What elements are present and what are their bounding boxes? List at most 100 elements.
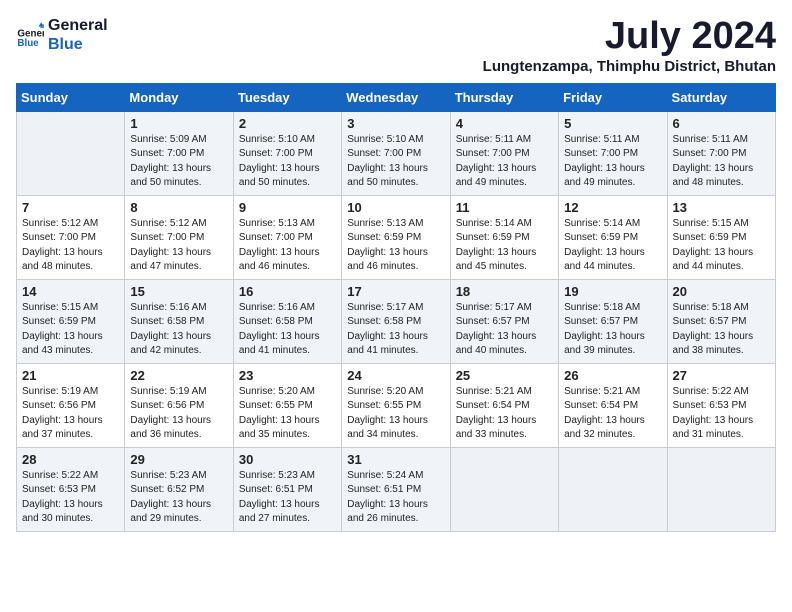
- day-number: 1: [130, 116, 227, 131]
- day-number: 11: [456, 200, 553, 215]
- calendar-day-cell: 28 Sunrise: 5:22 AMSunset: 6:53 PMDayligh…: [17, 447, 125, 531]
- day-number: 5: [564, 116, 661, 131]
- calendar-day-cell: [559, 447, 667, 531]
- calendar-day-cell: 3Sunrise: 5:10 AMSunset: 7:00 PMDaylight…: [342, 111, 450, 195]
- calendar-day-cell: 17 Sunrise: 5:17 AMSunset: 6:58 PMDayligh…: [342, 279, 450, 363]
- day-info: Sunrise: 5:19 AMSunset: 6:56 PMDaylight:…: [130, 385, 227, 443]
- calendar-day-cell: 5Sunrise: 5:11 AMSunset: 7:00 PMDaylight…: [559, 111, 667, 195]
- calendar-day-cell: [667, 447, 775, 531]
- day-info: Sunrise: 5:23 AMSunset: 6:51 PMDaylight:…: [239, 469, 336, 527]
- day-number: 26: [564, 368, 661, 383]
- day-info: Sunrise: 5:15 AMSunset: 6:59 PMDaylight:…: [22, 301, 119, 359]
- day-number: 15: [130, 284, 227, 299]
- day-info: Sunrise: 5:21 AMSunset: 6:54 PMDaylight:…: [564, 385, 661, 443]
- day-info: Sunrise: 5:14 AMSunset: 6:59 PMDaylight:…: [564, 217, 661, 275]
- calendar-day-cell: 8 Sunrise: 5:12 AMSunset: 7:00 PMDaylight…: [125, 195, 233, 279]
- calendar-day-cell: 14Sunrise: 5:15 AMSunset: 6:59 PMDayligh…: [17, 279, 125, 363]
- day-info: Sunrise: 5:14 AMSunset: 6:59 PMDaylight:…: [456, 217, 553, 275]
- day-number: 31: [347, 452, 444, 467]
- day-number: 7: [22, 200, 119, 215]
- day-info: Sunrise: 5:24 AMSunset: 6:51 PMDaylight:…: [347, 469, 444, 527]
- title-area: July 2024 Lungtenzampa, Thimphu District…: [483, 16, 776, 75]
- day-number: 27: [673, 368, 770, 383]
- logo-icon: General Blue: [16, 21, 44, 49]
- day-info: Sunrise: 5:17 AMSunset: 6:58 PMDaylight:…: [347, 301, 444, 359]
- calendar-day-cell: 30 Sunrise: 5:23 AMSunset: 6:51 PMDayligh…: [233, 447, 341, 531]
- calendar-table: SundayMondayTuesdayWednesdayThursdayFrid…: [16, 83, 776, 532]
- day-info: Sunrise: 5:16 AMSunset: 6:58 PMDaylight:…: [239, 301, 336, 359]
- day-info: Sunrise: 5:19 AMSunset: 6:56 PMDaylight:…: [22, 385, 119, 443]
- calendar-day-cell: 6 Sunrise: 5:11 AMSunset: 7:00 PMDaylight…: [667, 111, 775, 195]
- day-info: Sunrise: 5:12 AMSunset: 7:00 PMDaylight:…: [22, 217, 119, 275]
- column-header-wednesday: Wednesday: [342, 83, 450, 111]
- day-number: 13: [673, 200, 770, 215]
- day-info: Sunrise: 5:22 AMSunset: 6:53 PMDaylight:…: [673, 385, 770, 443]
- day-info: Sunrise: 5:16 AMSunset: 6:58 PMDaylight:…: [130, 301, 227, 359]
- calendar-day-cell: 1 Sunrise: 5:09 AMSunset: 7:00 PMDaylight…: [125, 111, 233, 195]
- day-number: 29: [130, 452, 227, 467]
- day-info: Sunrise: 5:13 AMSunset: 7:00 PMDaylight:…: [239, 217, 336, 275]
- day-info: Sunrise: 5:11 AMSunset: 7:00 PMDaylight:…: [456, 133, 553, 191]
- logo-general: General: [48, 16, 108, 35]
- calendar-day-cell: 22Sunrise: 5:19 AMSunset: 6:56 PMDayligh…: [125, 363, 233, 447]
- calendar-day-cell: 27 Sunrise: 5:22 AMSunset: 6:53 PMDayligh…: [667, 363, 775, 447]
- day-number: 17: [347, 284, 444, 299]
- calendar-day-cell: 20 Sunrise: 5:18 AMSunset: 6:57 PMDayligh…: [667, 279, 775, 363]
- month-title: July 2024: [483, 16, 776, 58]
- calendar-day-cell: 23Sunrise: 5:20 AMSunset: 6:55 PMDayligh…: [233, 363, 341, 447]
- logo: General Blue General Blue: [16, 16, 108, 54]
- column-header-friday: Friday: [559, 83, 667, 111]
- column-header-monday: Monday: [125, 83, 233, 111]
- calendar-day-cell: 16Sunrise: 5:16 AMSunset: 6:58 PMDayligh…: [233, 279, 341, 363]
- day-number: 2: [239, 116, 336, 131]
- day-info: Sunrise: 5:17 AMSunset: 6:57 PMDaylight:…: [456, 301, 553, 359]
- calendar-day-cell: 19Sunrise: 5:18 AMSunset: 6:57 PMDayligh…: [559, 279, 667, 363]
- page-header: General Blue General Blue July 2024 Lung…: [16, 16, 776, 75]
- svg-text:Blue: Blue: [17, 38, 39, 49]
- day-number: 9: [239, 200, 336, 215]
- column-header-tuesday: Tuesday: [233, 83, 341, 111]
- calendar-day-cell: 13 Sunrise: 5:15 AMSunset: 6:59 PMDayligh…: [667, 195, 775, 279]
- day-info: Sunrise: 5:21 AMSunset: 6:54 PMDaylight:…: [456, 385, 553, 443]
- location: Lungtenzampa, Thimphu District, Bhutan: [483, 58, 776, 75]
- calendar-day-cell: 25Sunrise: 5:21 AMSunset: 6:54 PMDayligh…: [450, 363, 558, 447]
- calendar-day-cell: 2 Sunrise: 5:10 AMSunset: 7:00 PMDaylight…: [233, 111, 341, 195]
- calendar-day-cell: 24Sunrise: 5:20 AMSunset: 6:55 PMDayligh…: [342, 363, 450, 447]
- calendar-day-cell: 9 Sunrise: 5:13 AMSunset: 7:00 PMDaylight…: [233, 195, 341, 279]
- day-number: 10: [347, 200, 444, 215]
- calendar-day-cell: 4 Sunrise: 5:11 AMSunset: 7:00 PMDaylight…: [450, 111, 558, 195]
- day-number: 6: [673, 116, 770, 131]
- column-header-sunday: Sunday: [17, 83, 125, 111]
- calendar-day-cell: 12 Sunrise: 5:14 AMSunset: 6:59 PMDayligh…: [559, 195, 667, 279]
- day-info: Sunrise: 5:10 AMSunset: 7:00 PMDaylight:…: [239, 133, 336, 191]
- column-header-thursday: Thursday: [450, 83, 558, 111]
- day-number: 28: [22, 452, 119, 467]
- day-info: Sunrise: 5:11 AMSunset: 7:00 PMDaylight:…: [673, 133, 770, 191]
- day-info: Sunrise: 5:12 AMSunset: 7:00 PMDaylight:…: [130, 217, 227, 275]
- calendar-week-row: 7 Sunrise: 5:12 AMSunset: 7:00 PMDaylight…: [17, 195, 776, 279]
- calendar-day-cell: 10Sunrise: 5:13 AMSunset: 6:59 PMDayligh…: [342, 195, 450, 279]
- calendar-week-row: 14Sunrise: 5:15 AMSunset: 6:59 PMDayligh…: [17, 279, 776, 363]
- calendar-week-row: 21 Sunrise: 5:19 AMSunset: 6:56 PMDayligh…: [17, 363, 776, 447]
- day-number: 4: [456, 116, 553, 131]
- column-header-saturday: Saturday: [667, 83, 775, 111]
- day-number: 19: [564, 284, 661, 299]
- day-info: Sunrise: 5:18 AMSunset: 6:57 PMDaylight:…: [673, 301, 770, 359]
- day-info: Sunrise: 5:20 AMSunset: 6:55 PMDaylight:…: [347, 385, 444, 443]
- day-number: 30: [239, 452, 336, 467]
- calendar-day-cell: [17, 111, 125, 195]
- day-number: 20: [673, 284, 770, 299]
- day-number: 8: [130, 200, 227, 215]
- calendar-day-cell: 18Sunrise: 5:17 AMSunset: 6:57 PMDayligh…: [450, 279, 558, 363]
- logo-blue: Blue: [48, 35, 108, 54]
- calendar-day-cell: 11 Sunrise: 5:14 AMSunset: 6:59 PMDayligh…: [450, 195, 558, 279]
- day-number: 12: [564, 200, 661, 215]
- day-info: Sunrise: 5:15 AMSunset: 6:59 PMDaylight:…: [673, 217, 770, 275]
- day-number: 21: [22, 368, 119, 383]
- day-info: Sunrise: 5:22 AMSunset: 6:53 PMDaylight:…: [22, 469, 119, 527]
- day-info: Sunrise: 5:09 AMSunset: 7:00 PMDaylight:…: [130, 133, 227, 191]
- day-info: Sunrise: 5:20 AMSunset: 6:55 PMDaylight:…: [239, 385, 336, 443]
- calendar-week-row: 1 Sunrise: 5:09 AMSunset: 7:00 PMDaylight…: [17, 111, 776, 195]
- calendar-day-cell: 31 Sunrise: 5:24 AMSunset: 6:51 PMDayligh…: [342, 447, 450, 531]
- calendar-day-cell: 7 Sunrise: 5:12 AMSunset: 7:00 PMDaylight…: [17, 195, 125, 279]
